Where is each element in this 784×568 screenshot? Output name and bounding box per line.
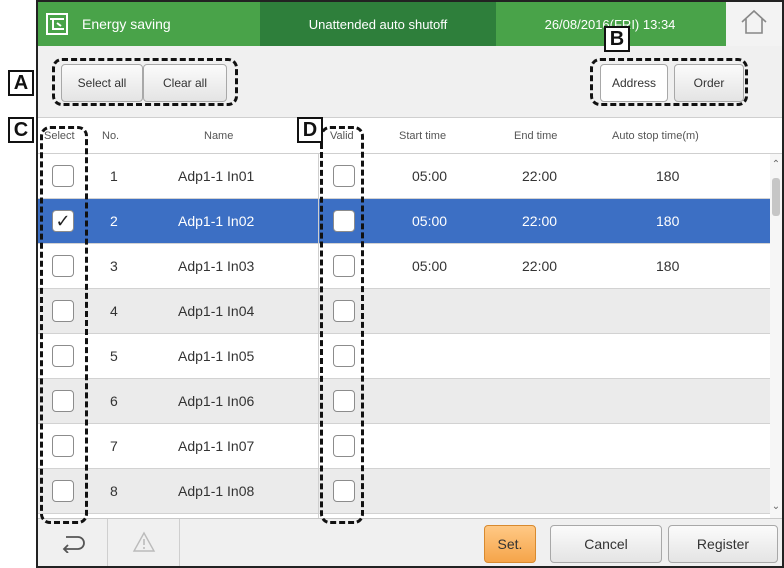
valid-checkbox[interactable]: [333, 480, 355, 502]
table-row[interactable]: 5 Adp1-1 In05: [38, 334, 770, 379]
shutoff-table: 1 Adp1-1 In01 05:00 22:00 180 ✓ 2 Adp1-1…: [38, 154, 770, 518]
column-end-time: End time: [514, 130, 558, 142]
table-row[interactable]: 8 Adp1-1 In08: [38, 469, 770, 514]
row-name: Adp1-1 In05: [178, 348, 255, 364]
select-checkbox[interactable]: [52, 345, 74, 367]
callout-a-label: A: [8, 70, 34, 96]
row-name: Adp1-1 In04: [178, 303, 255, 319]
row-no: 2: [110, 213, 118, 229]
address-button[interactable]: Address: [600, 64, 668, 102]
energy-saving-icon: [46, 13, 68, 35]
valid-checkbox[interactable]: [333, 390, 355, 412]
row-name: Adp1-1 In08: [178, 483, 255, 499]
callout-d-label: D: [297, 117, 323, 143]
row-auto-stop-time: 180: [656, 258, 680, 274]
column-start-time: Start time: [399, 130, 447, 142]
clear-all-button[interactable]: Clear all: [143, 64, 227, 102]
column-no: No.: [102, 130, 120, 142]
valid-checkbox[interactable]: [333, 345, 355, 367]
scroll-up-icon[interactable]: ⌃: [770, 158, 782, 172]
row-end-time: 22:00: [522, 213, 558, 229]
select-checkbox[interactable]: [52, 480, 74, 502]
column-select[interactable]: Select: [44, 130, 75, 142]
row-start-time: 05:00: [412, 168, 448, 184]
register-button[interactable]: Register: [668, 525, 778, 563]
row-name: Adp1-1 In03: [178, 258, 255, 274]
home-button[interactable]: [726, 2, 782, 46]
table-row-selected[interactable]: ✓ 2 Adp1-1 In02 05:00 22:00 180: [38, 199, 770, 244]
select-checkbox[interactable]: [52, 165, 74, 187]
row-end-time: 22:00: [522, 258, 558, 274]
app-title: Energy saving: [38, 2, 258, 46]
cancel-button[interactable]: Cancel: [550, 525, 662, 563]
select-checkbox-checked[interactable]: ✓: [52, 210, 74, 232]
column-name: Name: [204, 130, 234, 142]
valid-checkbox[interactable]: [333, 300, 355, 322]
set-button[interactable]: Set.: [484, 525, 536, 563]
scroll-down-icon[interactable]: ⌄: [770, 500, 782, 514]
table-row[interactable]: 7 Adp1-1 In07: [38, 424, 770, 469]
row-name: Adp1-1 In02: [178, 213, 255, 229]
home-icon: [739, 8, 769, 41]
valid-checkbox[interactable]: [333, 255, 355, 277]
row-no: 1: [110, 168, 118, 184]
warning-icon: [132, 531, 156, 558]
row-name: Adp1-1 In07: [178, 438, 255, 454]
row-end-time: 22:00: [522, 168, 558, 184]
scroll-thumb[interactable]: [772, 178, 780, 216]
row-no: 4: [110, 303, 118, 319]
back-icon: [60, 531, 86, 558]
select-checkbox[interactable]: [52, 435, 74, 457]
callout-b-label: B: [604, 26, 630, 52]
app-title-label: Energy saving: [82, 16, 171, 32]
valid-checkbox[interactable]: [333, 435, 355, 457]
column-valid: Valid: [330, 130, 354, 142]
row-no: 8: [110, 483, 118, 499]
order-button[interactable]: Order: [674, 64, 744, 102]
warning-button[interactable]: [108, 519, 180, 566]
row-auto-stop-time: 180: [656, 213, 680, 229]
select-checkbox[interactable]: [52, 300, 74, 322]
callout-c-label: C: [8, 117, 34, 143]
row-start-time: 05:00: [412, 258, 448, 274]
table-row[interactable]: 3 Adp1-1 In03 05:00 22:00 180: [38, 244, 770, 289]
title-bar: Energy saving Unattended auto shutoff 26…: [38, 2, 782, 46]
row-no: 3: [110, 258, 118, 274]
table-row[interactable]: 1 Adp1-1 In01 05:00 22:00 180: [38, 154, 770, 199]
column-header-row: Select No. Name Valid Start time End tim…: [38, 118, 782, 154]
footer-bar: Set. Cancel Register: [38, 518, 782, 566]
select-checkbox[interactable]: [52, 390, 74, 412]
valid-checkbox[interactable]: [333, 210, 355, 232]
table-row[interactable]: 4 Adp1-1 In04: [38, 289, 770, 334]
vertical-scrollbar[interactable]: ⌃ ⌄: [770, 154, 782, 518]
select-all-button[interactable]: Select all: [61, 64, 143, 102]
select-checkbox[interactable]: [52, 255, 74, 277]
column-divider: [318, 154, 319, 518]
row-start-time: 05:00: [412, 213, 448, 229]
mode-title: Unattended auto shutoff: [260, 2, 496, 46]
back-button[interactable]: [38, 519, 108, 566]
row-name: Adp1-1 In06: [178, 393, 255, 409]
row-no: 6: [110, 393, 118, 409]
row-name: Adp1-1 In01: [178, 168, 255, 184]
table-row[interactable]: 6 Adp1-1 In06: [38, 379, 770, 424]
row-no: 7: [110, 438, 118, 454]
valid-checkbox[interactable]: [333, 165, 355, 187]
row-auto-stop-time: 180: [656, 168, 680, 184]
check-mark-icon: ✓: [55, 210, 71, 231]
app-frame: Energy saving Unattended auto shutoff 2 6…: [36, 0, 784, 568]
row-no: 5: [110, 348, 118, 364]
toolbar: Select all Clear all Address Order: [38, 46, 782, 118]
column-auto-stop-time: Auto stop time(m): [612, 130, 699, 142]
